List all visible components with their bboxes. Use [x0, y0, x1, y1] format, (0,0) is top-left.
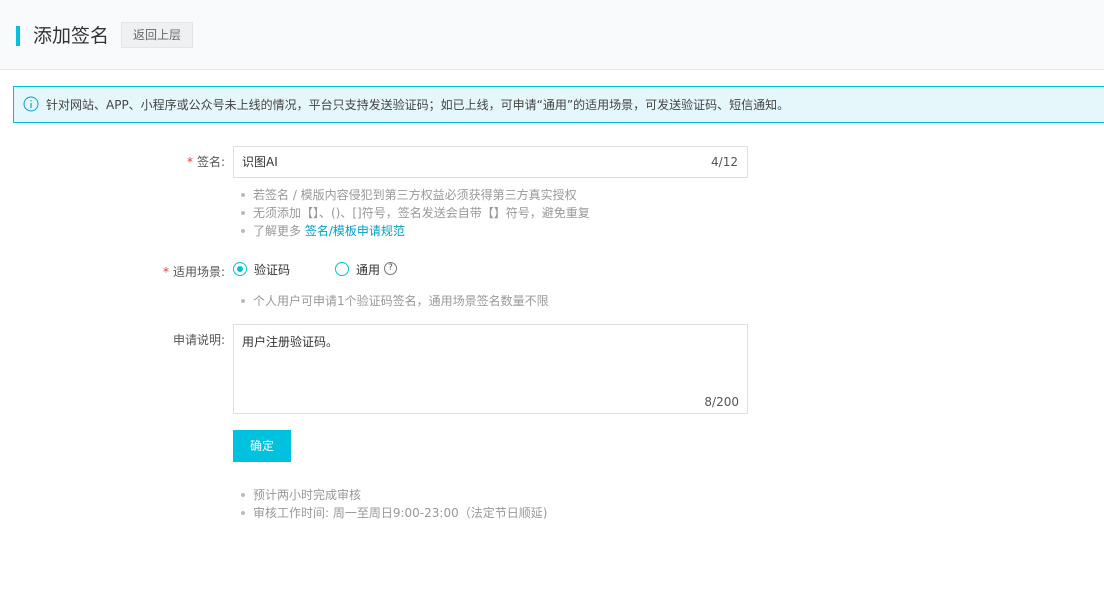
page-title: 添加签名	[33, 25, 110, 47]
description-value[interactable]: 用户注册验证码。	[242, 334, 338, 350]
list-item: 若签名 / 模版内容侵犯到第三方权益必须获得第三方真实授权	[238, 186, 590, 204]
page-header: 添加签名 返回上层	[0, 0, 1104, 70]
list-item: 个人用户可申请1个验证码签名，通用场景签名数量不限	[238, 292, 549, 310]
info-icon	[23, 96, 39, 112]
list-item: 了解更多 签名/模板申请规范	[238, 222, 590, 240]
description-textarea[interactable]: 用户注册验证码。 8/200	[233, 324, 748, 414]
required-mark: *	[186, 155, 193, 169]
signature-input[interactable]: 识图AI 4/12	[233, 146, 748, 178]
help-icon[interactable]: ?	[384, 262, 397, 275]
list-item: 无须添加【】、()、[]符号，签名发送会自带【】符号，避免重复	[238, 204, 590, 222]
radio-general[interactable]	[335, 262, 349, 276]
info-notice: 针对网站、APP、小程序或公众号未上线的情况，平台只支持发送验证码；如已上线，可…	[13, 86, 1104, 123]
scenario-label: * 适用场景:	[162, 265, 225, 279]
description-counter: 8/200	[704, 395, 739, 409]
radio-verification-code[interactable]	[233, 262, 247, 276]
radio-general-label[interactable]: 通用	[356, 262, 380, 278]
signature-tips: 若签名 / 模版内容侵犯到第三方权益必须获得第三方真实授权 无须添加【】、()、…	[238, 186, 590, 240]
list-item: 审核工作时间: 周一至周日9:00-23:00（法定节日顺延)	[238, 504, 547, 522]
signature-rules-link[interactable]: 签名/模板申请规范	[305, 224, 405, 238]
back-button[interactable]: 返回上层	[121, 22, 193, 48]
notice-text: 针对网站、APP、小程序或公众号未上线的情况，平台只支持发送验证码；如已上线，可…	[46, 98, 790, 112]
signature-label: * 签名:	[186, 155, 225, 169]
required-mark: *	[162, 265, 169, 279]
signature-counter: 4/12	[711, 155, 738, 169]
signature-input-value[interactable]: 识图AI	[242, 154, 278, 170]
radio-verification-code-label[interactable]: 验证码	[254, 262, 290, 278]
list-item: 预计两小时完成审核	[238, 486, 547, 504]
scenario-tips: 个人用户可申请1个验证码签名，通用场景签名数量不限	[238, 292, 549, 310]
title-accent-bar	[16, 26, 20, 46]
confirm-button[interactable]: 确定	[233, 430, 291, 462]
description-label: 申请说明:	[172, 333, 225, 347]
footer-tips: 预计两小时完成审核 审核工作时间: 周一至周日9:00-23:00（法定节日顺延…	[238, 486, 547, 522]
